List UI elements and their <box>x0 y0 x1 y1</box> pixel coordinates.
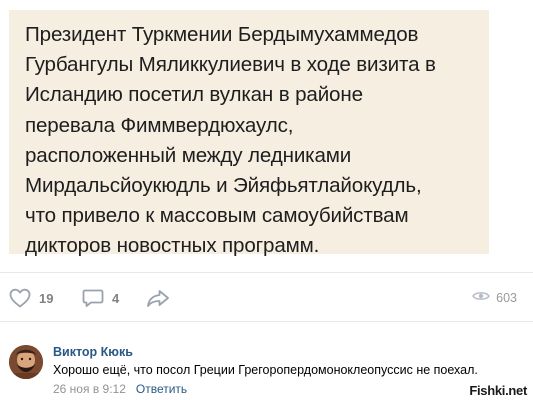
views-counter: 603 <box>472 281 517 315</box>
post-text-line: Исландию посетил вулкан в районе <box>25 83 363 107</box>
comment-date[interactable]: 26 ноя в 9:12 <box>53 382 126 396</box>
comment: Виктор Кюкь Хорошо ещё, что посол Греции… <box>0 332 533 400</box>
post-text-line: Президент Туркмении Бердымухаммедов <box>25 23 419 46</box>
post-text-line: дикторов новостных программ. <box>25 234 320 258</box>
avatar[interactable] <box>9 345 43 379</box>
post-text-line: что привело к массовым самоубийствам <box>25 204 409 228</box>
comment-text: Хорошо ещё, что посол Греции Грегороперд… <box>53 363 478 377</box>
post-actions-bar: 19 4 603 <box>0 281 533 315</box>
heart-icon <box>9 288 31 308</box>
post-image-text: Президент Туркмении Бердымухаммедов Гурб… <box>25 20 485 262</box>
watermark-logo: Fishki.net <box>469 383 527 398</box>
like-count: 19 <box>39 290 54 306</box>
post-text-line: перевала Фиммвердюхаулс, <box>25 113 294 137</box>
comment-author-link[interactable]: Виктор Кюкь <box>53 345 133 359</box>
comment-button[interactable]: 4 <box>82 281 119 315</box>
views-count: 603 <box>496 291 517 305</box>
eye-icon <box>472 289 491 307</box>
post-text-line: Гурбангулы Мяликкулиевич в ходе визита в <box>25 53 436 77</box>
share-icon <box>146 288 170 308</box>
divider <box>0 321 533 322</box>
comment-meta: 26 ноя в 9:12 Ответить <box>53 382 187 396</box>
post-text-line: расположенный между ледниками <box>25 143 352 167</box>
post-text-line: Мирдальсйоукюдль и Эйяфьятлайокудль, <box>25 173 422 197</box>
share-button[interactable] <box>146 281 170 315</box>
divider <box>0 272 533 273</box>
comment-icon <box>82 288 104 308</box>
reply-button[interactable]: Ответить <box>136 382 187 396</box>
comment-count: 4 <box>112 290 120 306</box>
like-button[interactable]: 19 <box>9 281 53 315</box>
